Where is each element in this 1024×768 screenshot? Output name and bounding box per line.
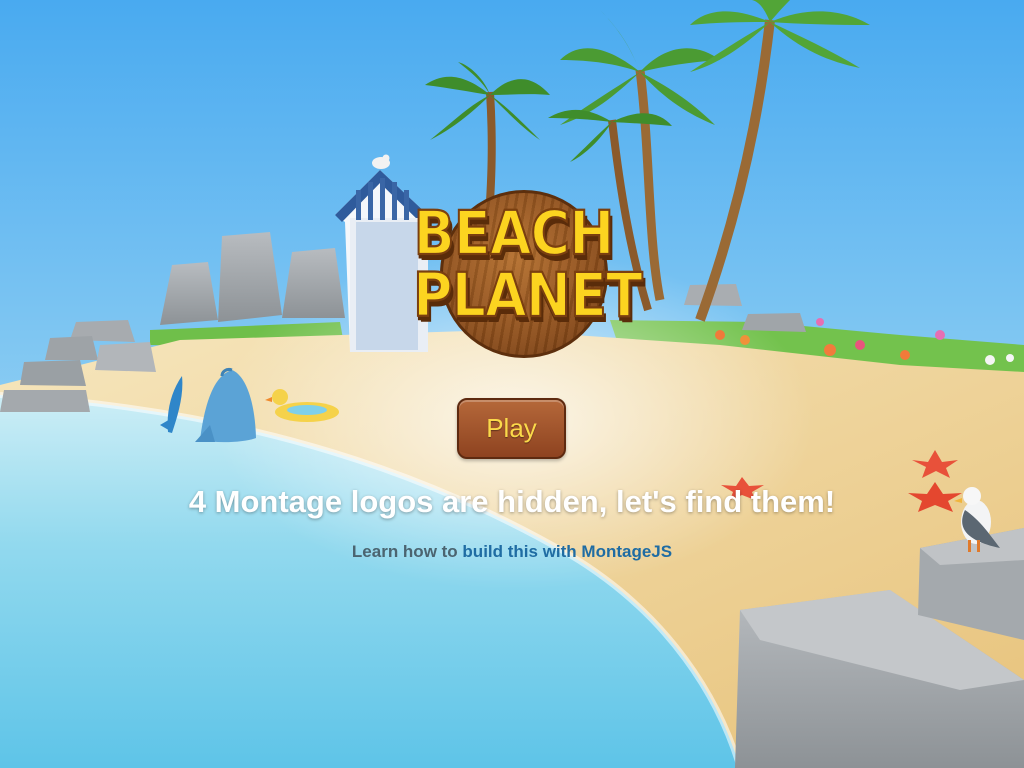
- montagejs-link[interactable]: build this with MontageJS: [462, 542, 672, 561]
- learn-prefix: Learn how to: [351, 542, 458, 561]
- beach-scene: [0, 0, 1024, 768]
- logo-title-line2: PLANET: [412, 260, 644, 331]
- logo-title-line1: BEACH: [413, 198, 616, 269]
- learn-more: Learn how to build this with MontageJS: [0, 542, 1024, 562]
- play-button[interactable]: Play: [457, 398, 566, 459]
- tagline: 4 Montage logos are hidden, let's find t…: [188, 484, 836, 519]
- beach-planet-logo: BEACH PLANET: [405, 185, 644, 365]
